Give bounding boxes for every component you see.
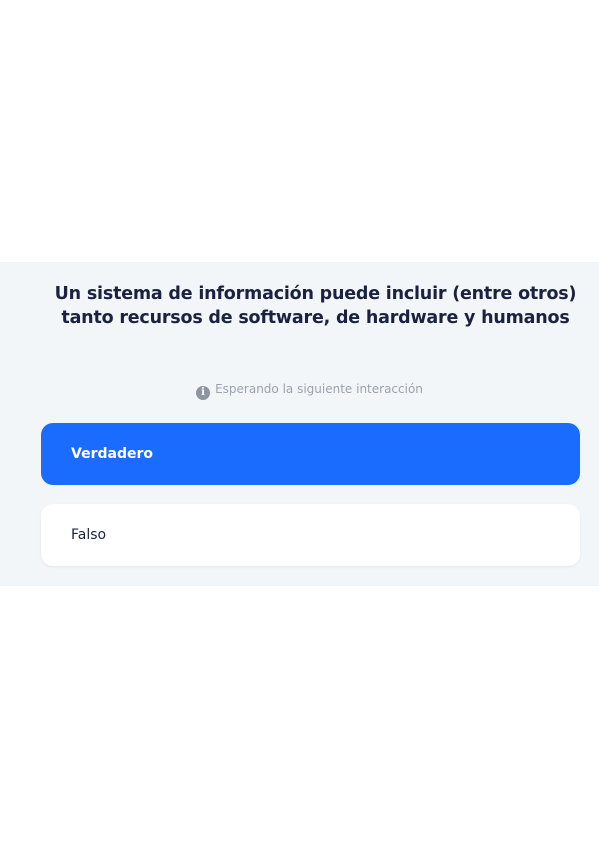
status-text: Esperando la siguiente interacción <box>215 382 423 396</box>
info-icon: i <box>196 386 211 400</box>
page: Un sistema de información puede incluir … <box>0 0 599 848</box>
option-falso-button[interactable]: Falso <box>41 504 580 566</box>
option-label: Falso <box>71 527 107 543</box>
status-message: i Esperando la siguiente interacción <box>0 381 599 400</box>
question-text: Un sistema de información puede incluir … <box>54 284 577 328</box>
quiz-panel: Un sistema de información puede incluir … <box>0 262 599 586</box>
option-label: Verdadero <box>71 446 153 462</box>
option-verdadero-button[interactable]: Verdadero <box>41 423 580 485</box>
